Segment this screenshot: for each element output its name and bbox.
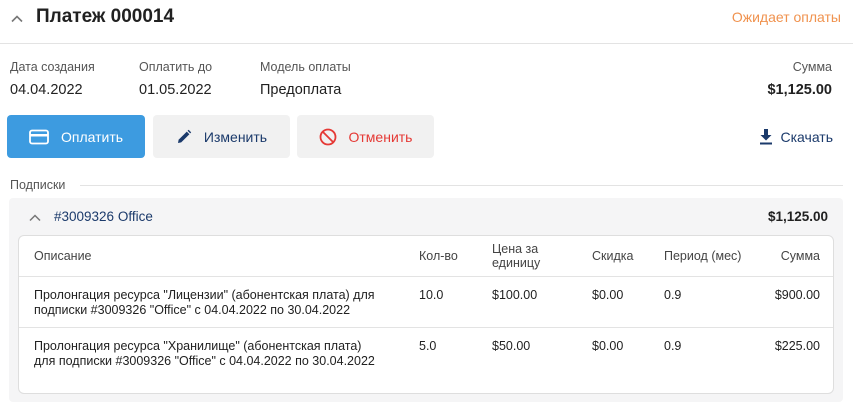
created-date-value: 04.04.2022	[10, 82, 83, 98]
page-title: Платеж 000014	[36, 6, 175, 27]
pay-until-label: Оплатить до	[139, 60, 213, 74]
row-1-discount: $0.00	[592, 288, 624, 302]
pay-button-label: Оплатить	[60, 128, 124, 145]
chevron-up-icon[interactable]	[27, 210, 43, 226]
chevron-up-icon[interactable]	[8, 10, 26, 28]
created-date: Дата создания 04.04.2022	[10, 60, 95, 98]
row-divider	[19, 276, 833, 277]
cancel-button-label: Отменить	[348, 128, 413, 145]
payment-sum-value: $1,125.00	[767, 82, 832, 98]
edit-button-label: Изменить	[203, 128, 268, 145]
row-1-sum: $900.00	[774, 288, 820, 302]
download-button[interactable]: Скачать	[759, 129, 834, 145]
row-1-qty: 10.0	[419, 288, 444, 302]
subscription-panel: #3009326 Office $1,125.00 Описание Кол-в…	[9, 198, 843, 402]
row-1-price: $100.00	[492, 288, 538, 302]
pay-until-value: 01.05.2022	[139, 82, 212, 98]
row-1-period: 0.9	[664, 288, 682, 302]
row-divider	[19, 327, 833, 328]
row-1-description: Пролонгация ресурса "Лицензии" (абонентс…	[34, 288, 375, 317]
cancel-button[interactable]: Отменить	[297, 115, 434, 158]
row-2-discount: $0.00	[592, 339, 624, 353]
subscription-link[interactable]: #3009326 Office	[54, 209, 153, 224]
row-2-sum: $225.00	[774, 339, 820, 353]
cancel-circle-icon	[319, 128, 336, 145]
column-header-description: Описание	[34, 249, 92, 263]
subscriptions-label: Подписки	[10, 178, 66, 192]
download-icon	[759, 129, 772, 145]
column-header-discount: Скидка	[592, 249, 634, 263]
payment-model-value: Предоплата	[260, 82, 342, 98]
column-header-price: Цена за единицу	[492, 242, 541, 270]
column-header-period: Период (мес)	[664, 249, 742, 263]
payment-model: Модель оплаты Предоплата	[260, 60, 351, 98]
items-table: Описание Кол-во Цена за единицу Скидка П…	[18, 235, 834, 394]
section-divider	[80, 185, 843, 186]
pencil-icon	[177, 129, 192, 143]
pay-until-date: Оплатить до 01.05.2022	[139, 60, 212, 98]
edit-button[interactable]: Изменить	[153, 115, 290, 158]
pay-button[interactable]: Оплатить	[7, 115, 145, 158]
row-2-period: 0.9	[664, 339, 682, 353]
row-2-price: $50.00	[492, 339, 531, 353]
payment-sum-label: Сумма	[792, 60, 832, 74]
row-2-qty: 5.0	[419, 339, 437, 353]
download-label: Скачать	[780, 129, 834, 145]
payment-header: Платеж 000014 Ожидает оплаты	[0, 0, 853, 44]
subscription-total: $1,125.00	[767, 209, 828, 224]
row-2-description: Пролонгация ресурса "Хранилище" (абонент…	[34, 339, 375, 368]
credit-card-icon	[29, 129, 49, 144]
status-badge: Ожидает оплаты	[731, 9, 841, 25]
created-date-label: Дата создания	[10, 60, 95, 74]
column-header-sum: Сумма	[780, 249, 820, 263]
column-header-qty: Кол-во	[419, 249, 458, 263]
payment-sum: Сумма $1,125.00	[767, 60, 832, 98]
payment-model-label: Модель оплаты	[260, 60, 351, 74]
